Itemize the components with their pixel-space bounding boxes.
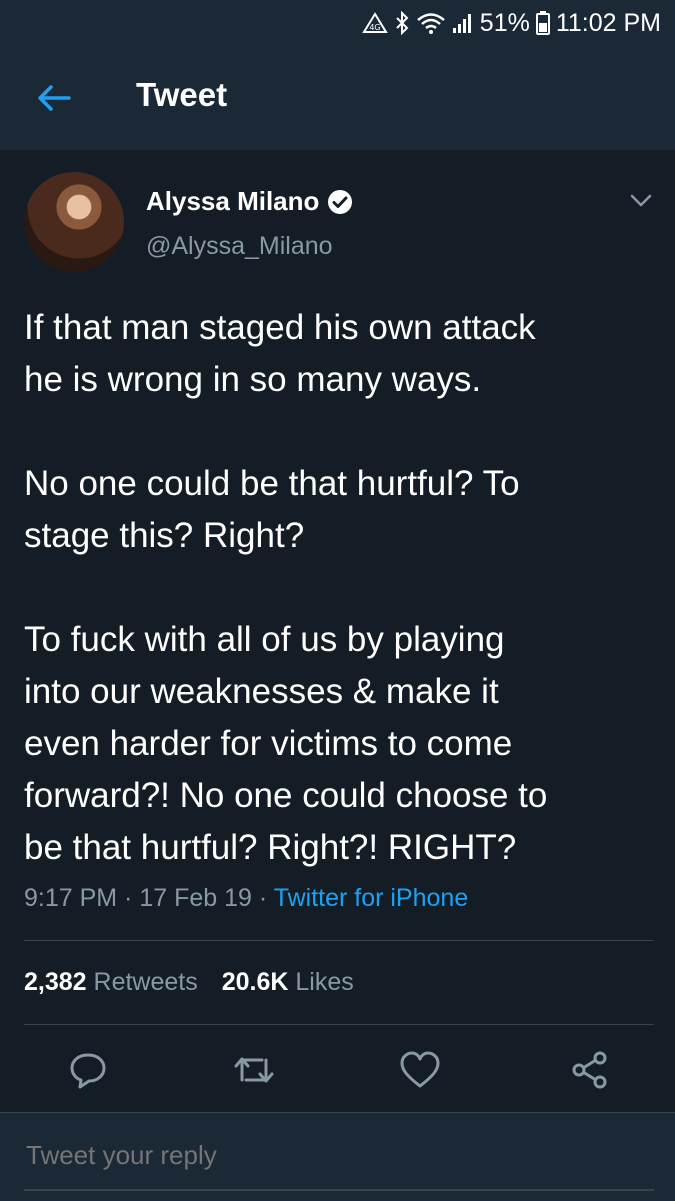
reply-underline bbox=[24, 1189, 654, 1191]
retweet-icon bbox=[234, 1057, 274, 1083]
tweet-actions bbox=[0, 1048, 675, 1098]
heart-icon bbox=[400, 1051, 440, 1088]
app-bar: Tweet bbox=[0, 46, 675, 150]
likes-stat[interactable]: 20.6K Likes bbox=[222, 968, 354, 997]
tweet-meta: 9:17 PM · 17 Feb 19 · Twitter for iPhone bbox=[24, 884, 468, 913]
tweet-stats: 2,382 Retweets 20.6K Likes bbox=[24, 968, 354, 997]
author-name-row[interactable]: Alyssa Milano bbox=[146, 186, 353, 217]
tweet-time: 9:17 PM bbox=[24, 884, 118, 912]
verified-badge-icon bbox=[327, 189, 353, 215]
retweets-stat[interactable]: 2,382 Retweets bbox=[24, 968, 198, 997]
tweet-header: Alyssa Milano @Alyssa_Milano bbox=[24, 172, 654, 282]
data-saver-icon: 4G bbox=[362, 12, 388, 34]
tweet-source-link[interactable]: Twitter for iPhone bbox=[274, 884, 469, 912]
tweet-date: 17 Feb 19 bbox=[139, 884, 252, 912]
retweet-count: 2,382 bbox=[24, 968, 87, 996]
svg-text:4G: 4G bbox=[369, 23, 380, 32]
share-button[interactable] bbox=[568, 1048, 612, 1092]
avatar[interactable] bbox=[24, 172, 124, 272]
like-button[interactable] bbox=[398, 1048, 442, 1092]
page-title: Tweet bbox=[136, 76, 228, 113]
author-name: Alyssa Milano bbox=[146, 186, 320, 216]
reply-button[interactable] bbox=[66, 1048, 110, 1092]
battery-icon bbox=[535, 11, 550, 35]
wifi-icon bbox=[416, 12, 446, 34]
back-button[interactable] bbox=[34, 80, 74, 116]
retweet-label: Retweets bbox=[93, 968, 198, 996]
retweet-button[interactable] bbox=[232, 1048, 276, 1092]
like-count: 20.6K bbox=[221, 968, 289, 996]
author-handle[interactable]: @Alyssa_Milano bbox=[146, 232, 333, 261]
bluetooth-icon bbox=[394, 11, 410, 35]
reply-bar bbox=[0, 1112, 675, 1201]
like-label: Likes bbox=[295, 968, 354, 996]
clock: 11:02 PM bbox=[555, 8, 661, 37]
chevron-down-icon[interactable] bbox=[628, 190, 654, 210]
divider bbox=[24, 940, 654, 941]
meta-separator: · bbox=[251, 884, 274, 912]
meta-separator: · bbox=[117, 884, 140, 912]
reply-icon bbox=[70, 1053, 106, 1089]
status-bar: 4G 51% 11:02 PM bbox=[0, 0, 675, 46]
share-icon bbox=[572, 1051, 607, 1089]
divider bbox=[24, 1024, 654, 1025]
tweet-text: If that man staged his own attack he is … bbox=[24, 308, 548, 867]
reply-input[interactable] bbox=[24, 1139, 658, 1172]
signal-icon bbox=[452, 12, 474, 34]
arrow-left-icon bbox=[38, 85, 71, 111]
battery-percent: 51% bbox=[479, 8, 530, 37]
